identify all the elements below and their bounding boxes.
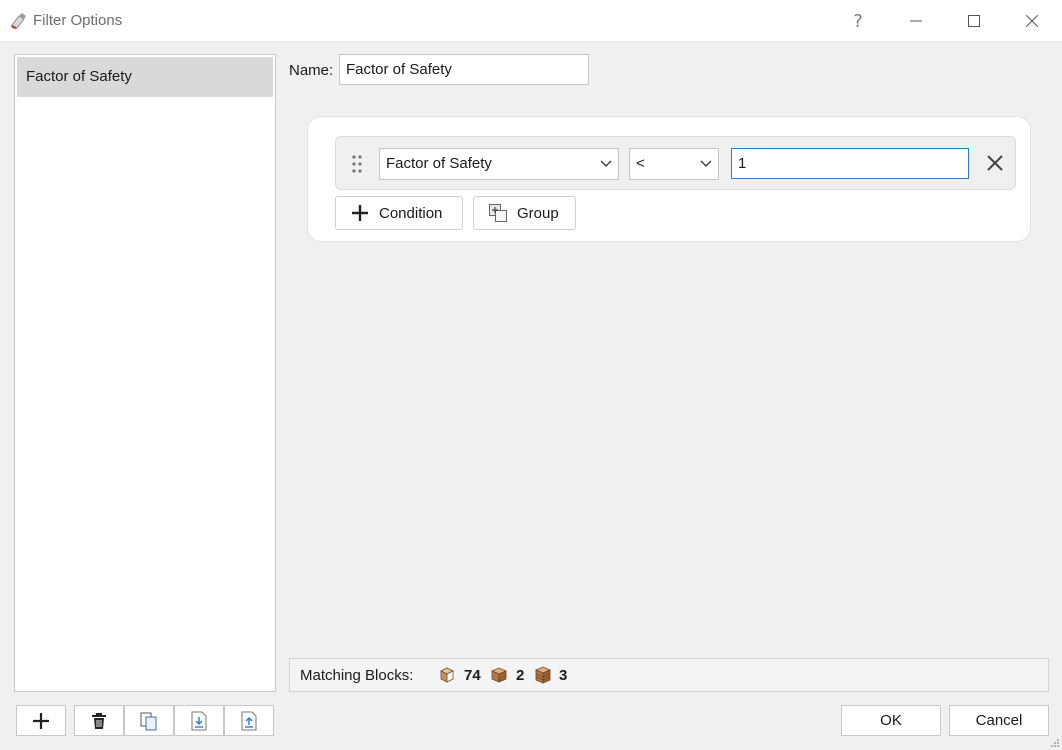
resize-grip-icon[interactable] <box>1050 738 1060 748</box>
name-label: Name: <box>289 62 334 79</box>
operator-select-value: < <box>636 155 645 172</box>
export-icon <box>241 711 257 730</box>
help-icon[interactable]: ? <box>835 0 881 42</box>
minimize-icon[interactable] <box>893 0 939 42</box>
filter-list[interactable]: Factor of Safety <box>14 54 276 692</box>
block-count: 3 <box>559 667 568 684</box>
block-type-1-icon <box>440 667 454 683</box>
export-filter-button[interactable] <box>224 705 274 736</box>
plus-icon <box>349 202 371 224</box>
drag-handle-icon[interactable] <box>349 154 365 174</box>
remove-condition-button[interactable] <box>983 151 1007 175</box>
matching-blocks-label: Matching Blocks: <box>300 667 414 684</box>
cancel-button[interactable]: Cancel <box>949 705 1049 736</box>
operator-select[interactable]: < <box>629 148 719 180</box>
copy-icon <box>140 712 157 730</box>
chevron-down-icon <box>600 160 612 167</box>
title-bar: Filter Options ? <box>0 0 1062 42</box>
import-icon <box>191 711 207 730</box>
add-icon <box>33 712 49 729</box>
delete-icon <box>92 712 106 729</box>
chevron-down-icon <box>700 160 712 167</box>
group-icon <box>487 202 509 224</box>
ok-button[interactable]: OK <box>841 705 941 736</box>
add-group-button[interactable]: Group <box>473 196 576 230</box>
field-select-value: Factor of Safety <box>386 155 492 172</box>
block-count: 74 <box>464 667 481 684</box>
window-title: Filter Options <box>33 12 123 29</box>
block-type-3-icon <box>534 666 552 684</box>
import-filter-button[interactable] <box>174 705 224 736</box>
add-filter-button[interactable] <box>16 705 66 736</box>
close-icon <box>987 155 1003 171</box>
copy-filter-button[interactable] <box>124 705 174 736</box>
add-condition-button[interactable]: Condition <box>335 196 463 230</box>
list-item[interactable]: Factor of Safety <box>17 57 273 97</box>
app-icon <box>11 13 26 29</box>
field-select[interactable]: Factor of Safety <box>379 148 619 180</box>
value-input[interactable] <box>731 148 969 179</box>
close-icon[interactable] <box>1009 0 1055 42</box>
maximize-icon[interactable] <box>951 0 997 42</box>
block-type-2-icon <box>490 667 508 683</box>
delete-filter-button[interactable] <box>74 705 124 736</box>
block-count: 2 <box>516 667 525 684</box>
add-group-label: Group <box>517 204 559 222</box>
add-condition-label: Condition <box>379 204 443 222</box>
name-input[interactable] <box>339 54 589 85</box>
